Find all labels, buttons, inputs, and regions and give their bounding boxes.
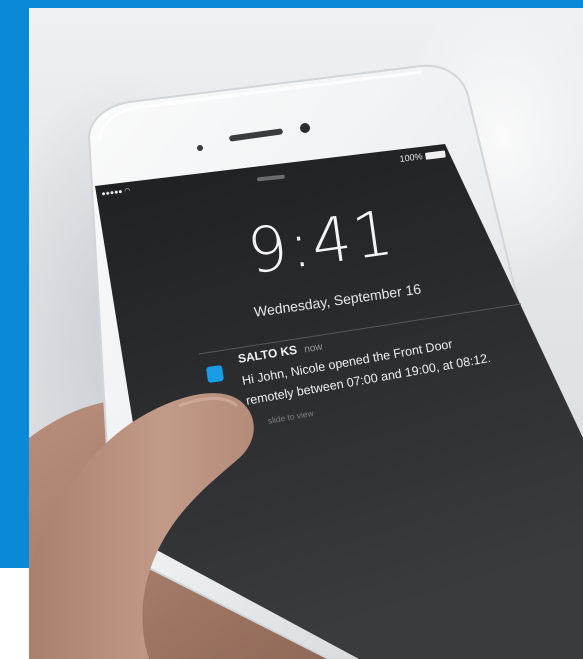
- photo: 100% ●●●●● ◠ 9:41 Wednesday, September 1…: [29, 8, 583, 659]
- battery-icon: [424, 150, 446, 160]
- scene: 100% ●●●●● ◠ 9:41 Wednesday, September 1…: [0, 0, 583, 659]
- app-icon: [206, 365, 224, 383]
- phone-illustration: [29, 64, 583, 659]
- front-camera: [300, 123, 310, 133]
